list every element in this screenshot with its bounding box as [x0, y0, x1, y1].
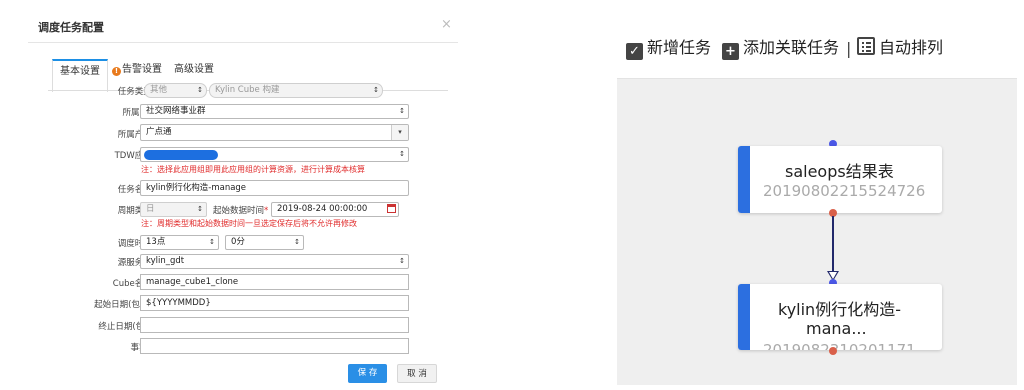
start-date-input[interactable]: ${YYYYMMDD} — [140, 295, 409, 311]
dialog-title: 调度任务配置 — [38, 21, 104, 34]
bg-select[interactable]: 社交网络事业群 — [140, 104, 409, 119]
add-task-button[interactable]: ✓ 新增任务 — [626, 37, 711, 60]
row-schedule-time: 调度时间* 13点 0分 — [28, 235, 458, 251]
save-button[interactable]: 保 存 — [348, 364, 387, 383]
close-icon[interactable]: × — [441, 17, 452, 32]
list-icon — [857, 37, 875, 55]
node-subtitle: 20190802215524726 — [763, 182, 926, 200]
row-cube: Cube名称* manage_cube1_clone — [28, 274, 458, 290]
row-server: 源服务器* kylin_gdt — [28, 254, 458, 270]
row-fact-table: 事实表 — [28, 338, 458, 354]
tdw-selected-value-redacted — [144, 150, 218, 160]
node-title: saleops结果表 — [785, 162, 894, 181]
cube-name-input[interactable]: manage_cube1_clone — [140, 274, 409, 290]
edge-arrow-inner — [829, 272, 837, 279]
row-end-date: 终止日期(包含) — [28, 317, 458, 333]
auto-arrange-label: 自动排列 — [879, 38, 944, 57]
period-type-select[interactable]: 日 — [140, 202, 207, 217]
end-date-input[interactable] — [140, 317, 409, 333]
warning-icon: ! — [112, 67, 121, 76]
toolbar-separator: | — [846, 39, 852, 58]
task-subtype-select[interactable]: Kylin Cube 构建 — [209, 83, 383, 98]
row-product: 所属产品* 广点通 ▾ — [28, 124, 458, 141]
row-tdw: TDW应用* 注：选择此应用组即用此应用组的计算资源，进行计算成本核算 — [28, 147, 458, 177]
period-note: 注：周期类型和起始数据时间一旦选定保存后将不允许再修改 — [141, 219, 357, 228]
add-task-label: 新增任务 — [647, 38, 712, 57]
row-period: 周期类型* 日 起始数据时间* 2019-08-24 00:00:00 注：周期… — [28, 202, 458, 232]
tab-alert-label: 告警设置 — [122, 64, 162, 75]
row-task-name: 任务名称* kylin例行化构造-manage — [28, 180, 458, 196]
divider — [28, 42, 458, 43]
plus-icon: + — [722, 43, 739, 60]
checkbox-icon: ✓ — [626, 43, 643, 60]
node-subtitle: 2019082310201171... — [763, 341, 930, 350]
add-related-task-label: 添加关联任务 — [743, 38, 840, 57]
row-task-type: 任务类型* 其他 Kylin Cube 构建 — [28, 83, 458, 99]
cancel-button[interactable]: 取 消 — [397, 364, 437, 383]
node-accent-bar — [738, 284, 750, 350]
task-node-saleops[interactable]: saleops结果表 20190802215524726 — [738, 146, 942, 213]
schedule-hour-select[interactable]: 13点 — [140, 235, 219, 250]
fact-table-input[interactable] — [140, 338, 409, 354]
schedule-minute-select[interactable]: 0分 — [225, 235, 304, 250]
product-combo[interactable]: 广点通 ▾ — [140, 124, 409, 141]
label-start-data-time: 起始数据时间* — [213, 206, 269, 216]
row-start-date: 起始日期(包含)* ${YYYYMMDD} — [28, 295, 458, 311]
row-bg: 所属BG* 社交网络事业群 — [28, 104, 458, 120]
task-node-kylin[interactable]: kylin例行化构造- mana... 2019082310201171... — [738, 284, 942, 350]
product-value: 广点通 — [146, 127, 172, 137]
calendar-icon[interactable] — [387, 204, 396, 213]
task-type-select[interactable]: 其他 — [144, 83, 207, 98]
node-output-port[interactable] — [829, 347, 837, 355]
start-data-time-value: 2019-08-24 00:00:00 — [277, 204, 368, 214]
server-select[interactable]: kylin_gdt — [140, 254, 409, 269]
task-name-input[interactable]: kylin例行化构造-manage — [140, 180, 409, 196]
task-config-dialog: 调度任务配置 × 基本设置 !告警设置 高级设置 任务类型* 其他 Kylin … — [28, 15, 458, 385]
task-graph-panel: ✓ 新增任务 + 添加关联任务 | 自动排列 saleops结果表 20190802… — [617, 19, 1017, 385]
node-title-line2: mana... — [806, 319, 867, 338]
tdw-app-select[interactable] — [140, 147, 409, 162]
chevron-down-icon[interactable]: ▾ — [391, 125, 408, 140]
tdw-note: 注：选择此应用组即用此应用组的计算资源，进行计算成本核算 — [141, 165, 365, 174]
graph-toolbar: ✓ 新增任务 + 添加关联任务 | 自动排列 — [617, 19, 1017, 79]
node-accent-bar — [738, 146, 750, 213]
add-related-task-button[interactable]: + 添加关联任务 — [722, 37, 839, 60]
start-data-time-input[interactable]: 2019-08-24 00:00:00 — [271, 202, 399, 217]
auto-arrange-button[interactable]: 自动排列 — [857, 37, 943, 59]
node-title-line1: kylin例行化构造- — [778, 300, 901, 319]
